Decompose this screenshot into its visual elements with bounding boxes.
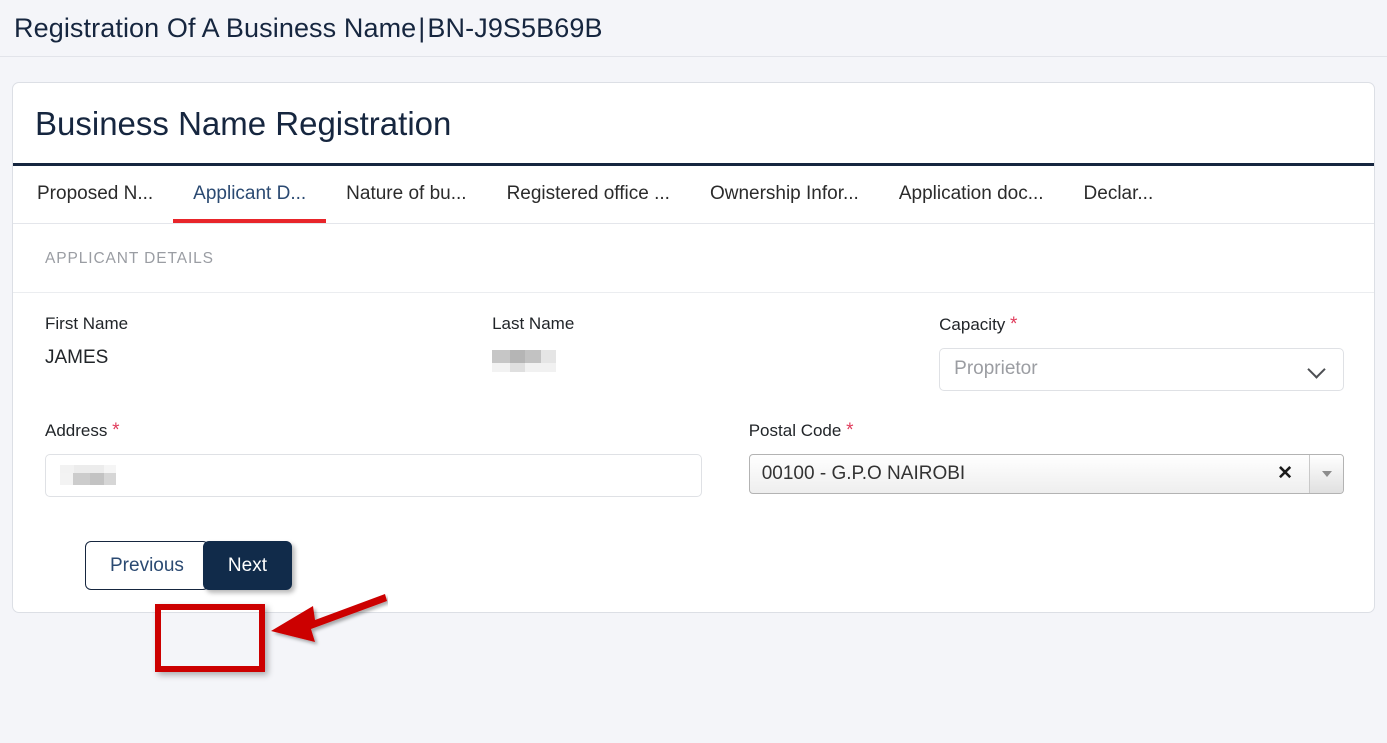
form-row-address: Address * Postal Code * 00100 - G.P.O NA… [45, 421, 1344, 497]
section-heading-applicant-details: APPLICANT DETAILS [13, 224, 1374, 293]
capacity-label: Capacity * [939, 315, 1344, 334]
last-name-value [492, 346, 939, 372]
tab-declaration[interactable]: Declar... [1064, 166, 1174, 223]
page-title-main: Registration Of A Business Name [14, 12, 417, 43]
tab-nature-of-business[interactable]: Nature of bu... [326, 166, 486, 223]
field-address: Address * [45, 421, 702, 497]
tab-application-documents[interactable]: Application doc... [879, 166, 1064, 223]
wizard-button-bar: Previous Next [45, 523, 1344, 612]
last-name-label: Last Name [492, 313, 575, 333]
next-button[interactable]: Next [202, 540, 292, 590]
capacity-select[interactable]: Proprietor [939, 347, 1344, 391]
postal-code-field[interactable]: 00100 - G.P.O NAIROBI ✕ [750, 455, 1309, 493]
address-label: Address * [45, 421, 702, 440]
tab-registered-office[interactable]: Registered office ... [487, 166, 690, 223]
registration-card: Business Name Registration Proposed N...… [12, 82, 1375, 613]
previous-button[interactable]: Previous [85, 540, 209, 590]
capacity-required-marker: * [1010, 313, 1018, 335]
close-icon[interactable]: ✕ [1271, 464, 1299, 483]
chevron-down-icon [1309, 361, 1325, 377]
postal-code-label: Postal Code * [749, 421, 1344, 440]
redacted-address-value [60, 465, 116, 486]
annotation-highlight-box [155, 604, 265, 672]
address-input[interactable] [45, 453, 702, 497]
tab-ownership-information[interactable]: Ownership Infor... [690, 166, 879, 223]
postal-code-required-marker: * [846, 419, 854, 441]
first-name-label: First Name [45, 313, 129, 333]
capacity-label-text: Capacity [939, 314, 1006, 334]
tab-applicant-details[interactable]: Applicant D... [173, 166, 327, 223]
first-name-value: JAMES [45, 346, 109, 368]
card-title: Business Name Registration [13, 83, 1374, 166]
field-last-name: Last Name [492, 315, 939, 391]
address-required-marker: * [112, 419, 120, 441]
capacity-selected-value: Proprietor [954, 358, 1038, 380]
page-header: Registration Of A Business Name|BN-J9S5B… [0, 0, 1387, 57]
page-title-reference: BN-J9S5B69B [427, 12, 603, 43]
field-first-name: First Name JAMES [45, 315, 492, 391]
postal-code-select[interactable]: 00100 - G.P.O NAIROBI ✕ [748, 453, 1344, 494]
postal-code-label-text: Postal Code [748, 420, 842, 440]
caret-down-icon[interactable] [1309, 454, 1343, 493]
applicant-details-form: First Name JAMES Last Name Capacity * Pr… [13, 293, 1374, 612]
field-postal-code: Postal Code * 00100 - G.P.O NAIROBI ✕ [748, 421, 1344, 497]
redacted-last-name [492, 348, 557, 372]
wizard-tabs: Proposed N... Applicant D... Nature of b… [13, 165, 1374, 224]
page-title-separator: | [418, 12, 426, 43]
postal-code-value: 00100 - G.P.O NAIROBI [761, 462, 966, 484]
field-capacity: Capacity * Proprietor [939, 315, 1344, 391]
form-row-identity: First Name JAMES Last Name Capacity * Pr… [45, 315, 1344, 391]
address-label-text: Address [45, 420, 108, 440]
tab-proposed-name[interactable]: Proposed N... [17, 166, 173, 223]
page-title: Registration Of A Business Name|BN-J9S5B… [14, 13, 603, 44]
